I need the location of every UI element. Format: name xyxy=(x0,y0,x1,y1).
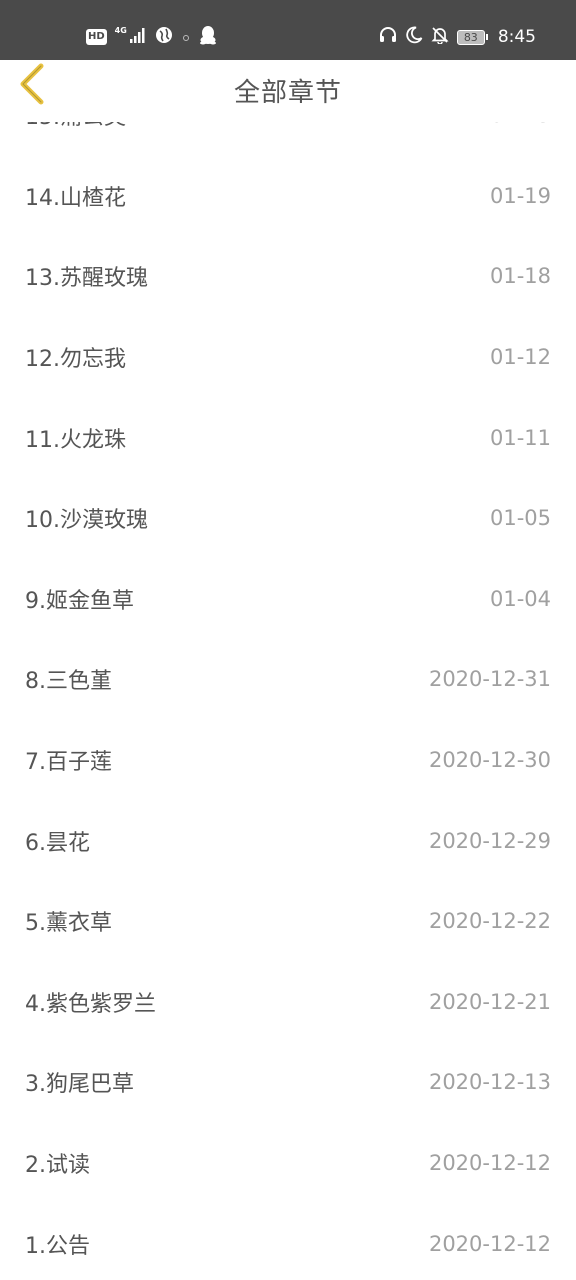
chapter-date: 2020-12-12 xyxy=(428,1151,551,1176)
qq-penguin-icon xyxy=(199,25,217,49)
chapter-row[interactable]: 5.薰衣草 2020-12-22 xyxy=(0,881,576,962)
chapter-title: 11.火龙珠 xyxy=(25,427,126,453)
chapter-list[interactable]: 15.蒲公英 01-25 14.山楂花 01-19 13.苏醒玫瑰 01-18 12.勿忘我… xyxy=(0,122,576,1280)
chapter-date: 2020-12-31 xyxy=(428,667,551,692)
chapter-date: 2020-12-12 xyxy=(428,1231,551,1256)
chapter-date: 01-18 xyxy=(489,264,551,289)
chapter-title: 14.山楂花 xyxy=(25,185,126,211)
chapter-title: 4.紫色紫罗兰 xyxy=(25,991,156,1017)
chapter-date: 01-12 xyxy=(489,345,551,370)
chapter-row[interactable]: 9.姬金鱼草 01-04 xyxy=(0,559,576,640)
chapter-row[interactable]: 7.百子莲 2020-12-30 xyxy=(0,720,576,801)
chapter-title: 15.蒲公英 xyxy=(25,122,126,131)
network-type-label: 4G xyxy=(114,26,127,35)
chapter-title: 6.昙花 xyxy=(25,830,90,856)
chapter-row[interactable]: 1.公告 2020-12-12 xyxy=(0,1203,576,1280)
chapter-row[interactable]: 14.山楂花 01-19 xyxy=(0,156,576,237)
globe-icon xyxy=(155,26,173,48)
chapter-title: 13.苏醒玫瑰 xyxy=(25,266,148,292)
chapter-title: 9.姬金鱼草 xyxy=(25,588,134,614)
chapter-date: 01-11 xyxy=(489,425,551,450)
battery-level: 83 xyxy=(456,29,485,45)
chapter-row[interactable]: 13.苏醒玫瑰 01-18 xyxy=(0,236,576,317)
chapter-row[interactable]: 3.狗尾巴草 2020-12-13 xyxy=(0,1042,576,1123)
hd-badge: HD xyxy=(86,29,107,45)
chapter-date: 01-25 xyxy=(490,122,551,127)
chapter-row[interactable]: 11.火龙珠 01-11 xyxy=(0,397,576,478)
status-left-icons: HD 4G xyxy=(86,24,217,50)
clock: 8:45 xyxy=(497,27,536,47)
signal-icon xyxy=(129,26,147,48)
chapter-date: 2020-12-29 xyxy=(428,828,551,853)
chapter-title: 5.薰衣草 xyxy=(25,911,112,937)
chapter-date: 2020-12-22 xyxy=(428,909,551,934)
top-app-bar: 全部章节 xyxy=(0,60,576,122)
bell-off-icon xyxy=(431,26,449,48)
chapter-title: 8.三色堇 xyxy=(25,669,112,695)
chapter-title: 10.沙漠玫瑰 xyxy=(25,508,148,534)
chapter-row[interactable]: 4.紫色紫罗兰 2020-12-21 xyxy=(0,962,576,1043)
chapter-row[interactable]: 2.试读 2020-12-12 xyxy=(0,1123,576,1204)
chapter-title: 7.百子莲 xyxy=(25,750,112,776)
status-right-icons: 83 8:45 xyxy=(379,24,536,50)
chapter-title: 2.试读 xyxy=(25,1153,90,1179)
chapter-row[interactable]: 12.勿忘我 01-12 xyxy=(0,317,576,398)
headphones-icon xyxy=(379,26,397,48)
battery-icon: 83 xyxy=(456,29,488,45)
page-title: 全部章节 xyxy=(233,78,342,108)
chapter-date: 2020-12-21 xyxy=(428,989,551,1014)
chapter-row[interactable]: 8.三色堇 2020-12-31 xyxy=(0,639,576,720)
status-bar: HD 4G 83 8:45 xyxy=(0,0,576,60)
chapter-row[interactable]: 15.蒲公英 01-25 xyxy=(0,122,576,156)
chapter-title: 1.公告 xyxy=(25,1233,90,1259)
chapter-row[interactable]: 6.昙花 2020-12-29 xyxy=(0,800,576,881)
chapter-row[interactable]: 10.沙漠玫瑰 01-05 xyxy=(0,478,576,559)
chapter-title: 3.狗尾巴草 xyxy=(25,1072,134,1098)
moon-icon xyxy=(405,26,423,48)
chapter-date: 2020-12-30 xyxy=(428,748,551,773)
chapter-date: 01-19 xyxy=(489,183,551,208)
dot-icon xyxy=(181,28,191,47)
chapter-title: 12.勿忘我 xyxy=(25,347,126,373)
chapter-date: 2020-12-13 xyxy=(428,1070,551,1095)
chapter-date: 01-05 xyxy=(489,506,551,531)
chapter-date: 01-04 xyxy=(489,586,551,611)
